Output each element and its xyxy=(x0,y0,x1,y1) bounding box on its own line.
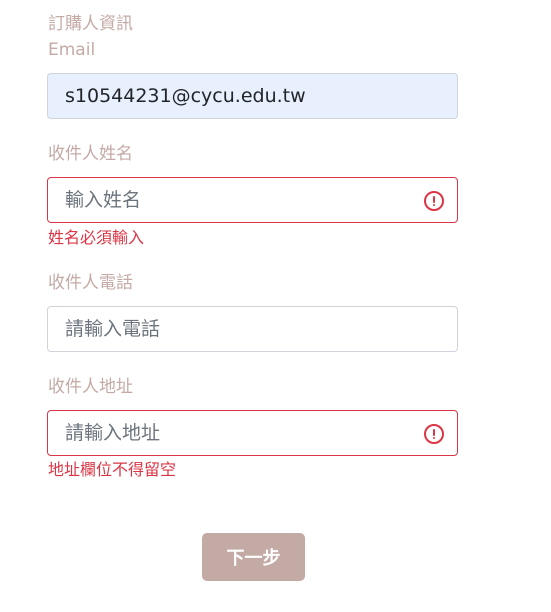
section-title: 訂購人資訊 xyxy=(48,14,133,34)
address-label: 收件人地址 xyxy=(48,377,133,397)
address-field-box xyxy=(47,410,458,456)
name-field[interactable] xyxy=(48,178,457,222)
phone-field[interactable] xyxy=(48,307,457,351)
name-field-box xyxy=(47,177,458,223)
name-label: 收件人姓名 xyxy=(48,144,133,164)
exclamation-circle-icon xyxy=(424,424,444,444)
order-form: 訂購人資訊 Email 收件人姓名 姓名必須輸入 收件人電話 收件人地址 地址欄… xyxy=(0,0,551,612)
email-field-box xyxy=(47,73,458,119)
exclamation-circle-icon xyxy=(424,191,444,211)
address-error: 地址欄位不得留空 xyxy=(48,460,177,479)
next-button[interactable]: 下一步 xyxy=(202,533,305,581)
email-field[interactable] xyxy=(48,74,457,118)
address-field[interactable] xyxy=(48,411,457,455)
name-error: 姓名必須輸入 xyxy=(48,228,145,247)
phone-field-box xyxy=(47,306,458,352)
phone-label: 收件人電話 xyxy=(48,273,133,293)
email-label: Email xyxy=(48,40,96,60)
